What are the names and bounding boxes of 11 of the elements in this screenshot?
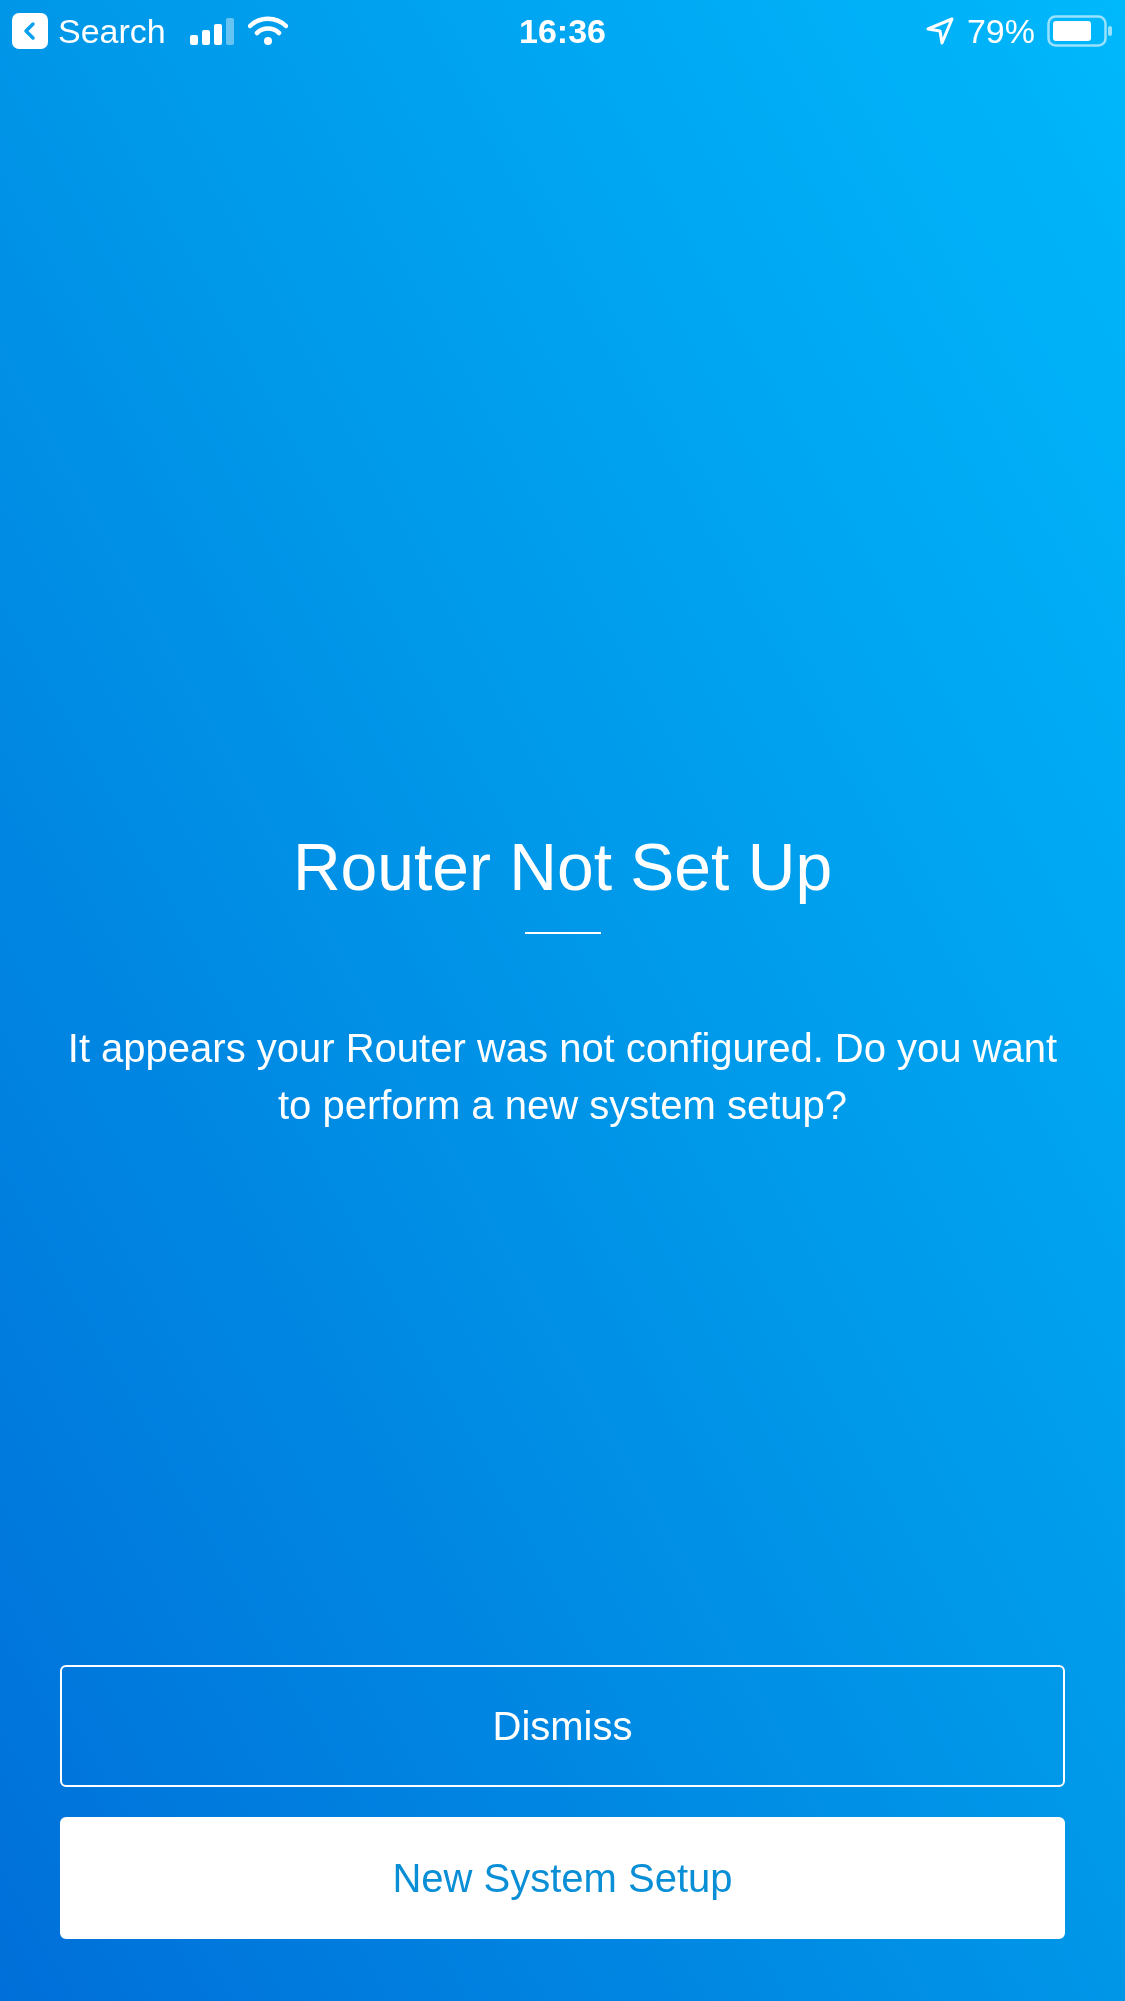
- back-label[interactable]: Search: [58, 5, 166, 57]
- battery-icon: [1047, 15, 1113, 47]
- new-setup-button[interactable]: New System Setup: [60, 1817, 1065, 1939]
- clock-time: 16:36: [519, 10, 606, 52]
- page-title: Router Not Set Up: [292, 829, 833, 906]
- message-text: It appears your Router was not configured. Do you want to perform a new system setup?: [66, 1025, 1059, 1129]
- location-arrow-icon: [924, 16, 955, 46]
- battery-percent: 79%: [966, 10, 1035, 52]
- back-icon[interactable]: [12, 13, 48, 49]
- wifi-icon: [247, 16, 288, 46]
- dismiss-button[interactable]: Dismiss: [60, 1665, 1065, 1787]
